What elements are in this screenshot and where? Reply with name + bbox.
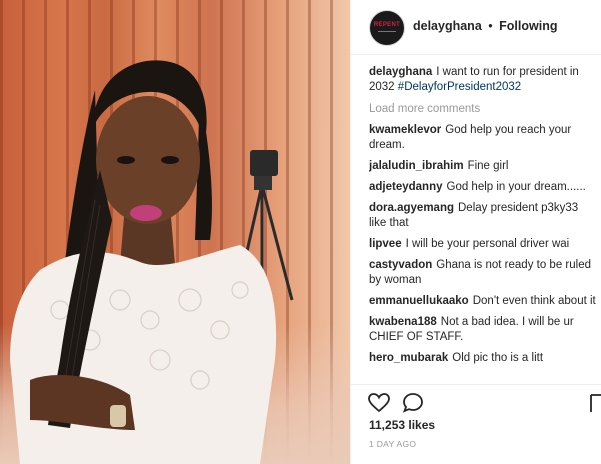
comment-username-link[interactable]: kwameklevor: [369, 124, 441, 136]
comment-item: lipvee I will be your personal driver wai: [369, 237, 597, 252]
comment-text: I will be your personal driver wai: [405, 238, 570, 250]
avatar[interactable]: REPENT: [369, 10, 405, 46]
comment-item: castyvadon Ghana is not ready to be ruled…: [369, 258, 597, 288]
comment-icon[interactable]: [401, 391, 425, 415]
caption-hashtag-link[interactable]: #DelayforPresident2032: [398, 81, 521, 93]
post-header: REPENT delayghana • Following: [351, 0, 601, 55]
comment-item: jalaludin_ibrahim Fine girl: [369, 159, 597, 174]
comment-item: adjeteydanny God help in your dream......: [369, 180, 597, 195]
comment-text: Fine girl: [467, 160, 509, 172]
comment-text: God help in your dream......: [446, 181, 586, 193]
post-caption: delayghana I want to run for president in…: [369, 65, 597, 95]
comment-username-link[interactable]: hero_mubarak: [369, 352, 448, 364]
load-more-comments-button[interactable]: Load more comments: [369, 103, 597, 115]
comment-username-link[interactable]: emmanuellukaako: [369, 295, 469, 307]
action-bar: [351, 384, 601, 419]
comment-item: dora.agyemang Delay president p3ky33 like…: [369, 201, 597, 231]
header-username-link[interactable]: delayghana: [413, 19, 482, 33]
comment-username-link[interactable]: jalaludin_ibrahim: [369, 160, 464, 172]
bookmark-icon[interactable]: [589, 391, 601, 415]
comment-text: Old pic tho is a litt: [452, 352, 544, 364]
comment-username-link[interactable]: castyvadon: [369, 259, 432, 271]
comment-item: emmanuellukaako Don't even think about it: [369, 294, 597, 309]
post-photo[interactable]: [0, 0, 350, 464]
comment-username-link[interactable]: lipvee: [369, 238, 402, 250]
comment-username-link[interactable]: adjeteydanny: [369, 181, 443, 193]
photo-portrait: [10, 60, 294, 464]
heart-icon[interactable]: [367, 391, 391, 415]
avatar-logo-text: REPENT: [373, 22, 401, 28]
header-separator: •: [488, 19, 493, 33]
comment-item: hero_mubarak Old pic tho is a litt: [369, 351, 597, 366]
comments-list[interactable]: delayghana I want to run for president in…: [369, 65, 597, 383]
comment-username-link[interactable]: kwabena188: [369, 316, 437, 328]
header-user-row: delayghana • Following: [413, 19, 557, 33]
post-timestamp: 1 DAY AGO: [369, 439, 417, 449]
avatar-logo-line: [378, 31, 396, 32]
caption-username-link[interactable]: delayghana: [369, 66, 432, 78]
likes-count[interactable]: 11,253 likes: [369, 418, 435, 432]
comment-item: kwabena188 Not a bad idea. I will be ur C…: [369, 315, 597, 345]
following-button[interactable]: Following: [499, 19, 557, 33]
post-side-panel: REPENT delayghana • Following delayghana…: [351, 0, 601, 464]
comment-text: Don't even think about it: [472, 295, 596, 307]
comment-username-link[interactable]: dora.agyemang: [369, 202, 454, 214]
comment-item: kwameklevor God help you reach your dream…: [369, 123, 597, 153]
